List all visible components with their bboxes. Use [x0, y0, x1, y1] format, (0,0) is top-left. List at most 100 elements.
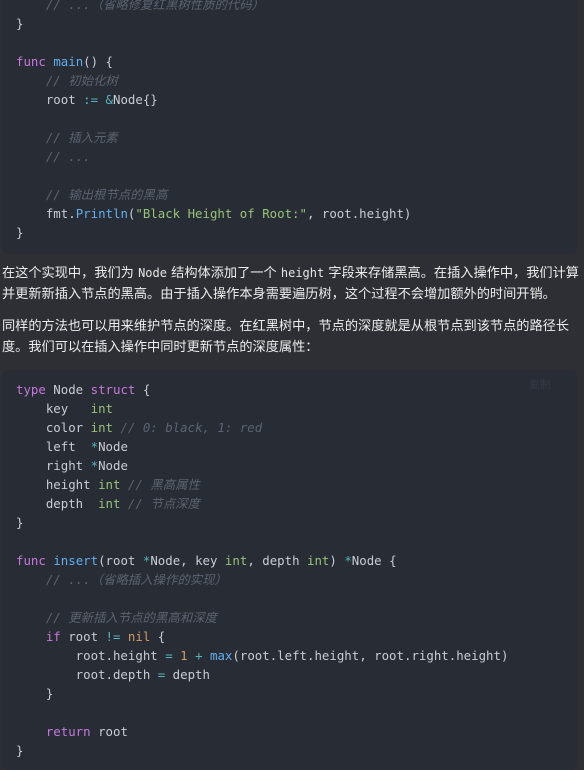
code-token: // ...（省略修复红黑树性质的代码） [16, 0, 265, 12]
code-token: int [224, 553, 248, 568]
code-token: root [60, 629, 106, 644]
code-token: } [16, 686, 54, 701]
code-token: root.height [16, 648, 166, 663]
code-token: Node [98, 458, 128, 473]
code-line: func main() { [16, 52, 577, 71]
code-line: return root [16, 722, 577, 741]
code-token: func [16, 553, 46, 568]
code-line: depth int // 节点深度 [16, 494, 577, 513]
code-token: key [16, 401, 91, 416]
code-token: root [16, 92, 84, 107]
code-token: int [98, 477, 121, 492]
code-block-main-func: // ...（省略修复红黑树性质的代码）} func main() { // 初始… [2, 0, 577, 254]
code-token: { [135, 382, 151, 397]
code-token: Node [98, 439, 128, 454]
code-token: height [16, 477, 99, 492]
inline-code-node: Node [138, 266, 167, 280]
code-token: } [16, 515, 24, 530]
code-token: // 更新插入节点的黑高和深度 [16, 610, 217, 625]
code-line: // 输出根节点的黑高 [16, 185, 577, 204]
code-token: int [307, 553, 330, 568]
code-token: fmt. [16, 206, 76, 221]
code-line: // 初始化树 [16, 71, 577, 90]
code-token: Node [45, 382, 91, 397]
paragraph-depth: 同样的方法也可以用来维护节点的深度。在红黑树中，节点的深度就是从根节点到该节点的… [2, 319, 570, 355]
code-token: (root.left.height, root.right.height) [232, 648, 509, 663]
code-line: // ...（省略修复红黑树性质的代码） [16, 0, 577, 14]
code-line: key int [16, 399, 577, 418]
code-token: & [105, 92, 113, 107]
code-token: root [90, 724, 128, 739]
code-token: // 黑高属性 [127, 477, 200, 492]
code-token: struct [90, 382, 136, 397]
code-token: := [83, 92, 99, 107]
code-token: } [16, 743, 24, 758]
code-token: (root [98, 553, 143, 568]
code-line: func insert(root * Node, key int, depth i… [16, 551, 577, 570]
code-token: * [90, 439, 99, 454]
code-token: 1 [180, 648, 188, 663]
code-line: left *Node [16, 437, 577, 456]
code-line: } [16, 684, 577, 703]
code-token: int [98, 496, 121, 511]
code-token: // 插入元素 [16, 130, 118, 145]
code-token: max [210, 648, 233, 663]
code-line: // ... [16, 147, 577, 166]
code-token: // 节点深度 [127, 496, 200, 511]
code-token: } [16, 225, 24, 240]
code-token: { [150, 629, 166, 644]
inline-code-height: height [280, 266, 325, 280]
code-token: int [90, 420, 113, 435]
code-lines: type Node struct { key int color int // … [16, 380, 577, 760]
code-line: // ...（省略插入操作的实现） [16, 570, 577, 589]
code-token: root.depth [16, 667, 158, 682]
code-token: , root.height) [306, 206, 412, 221]
copy-button[interactable]: 复制 [529, 376, 551, 392]
code-token: // ... [16, 149, 91, 164]
code-token: Println [75, 206, 128, 221]
code-token: right [16, 458, 91, 473]
code-token: depth [165, 667, 210, 682]
code-line: right *Node [16, 456, 577, 475]
code-token: () { [83, 54, 113, 69]
code-token: * [90, 458, 99, 473]
code-token: Node, key [150, 553, 225, 568]
code-token: Node{} [113, 92, 158, 107]
code-token: left [16, 439, 91, 454]
code-token: main [53, 54, 84, 69]
text-segment: 结构体添加了一个 [166, 266, 281, 281]
paragraph-black-height: 在这个实现中，我们为 Node 结构体添加了一个 height 字段来存储黑高。… [2, 263, 582, 305]
code-token: insert [53, 553, 99, 568]
code-token: type [16, 382, 46, 397]
code-line: color int // 0: black, 1: red [16, 418, 577, 437]
code-token: != [105, 629, 121, 644]
code-token: return [45, 724, 91, 739]
code-line: // 更新插入节点的黑高和深度 [16, 608, 577, 627]
code-token: // 0: black, 1: red [120, 420, 263, 435]
code-line: root.depth = depth [16, 665, 577, 684]
code-line: root.height = 1 + max(root.left.height, … [16, 646, 577, 665]
code-token: func [16, 54, 46, 69]
code-line: height int // 黑高属性 [16, 475, 577, 494]
code-token: // 输出根节点的黑高 [16, 187, 168, 202]
code-line: } [16, 223, 577, 242]
code-token: * [344, 553, 352, 568]
code-line: fmt.Println("Black Height of Root:", roo… [16, 204, 577, 223]
code-token: = [165, 648, 173, 663]
code-line: } [16, 513, 577, 532]
code-token: ) [329, 553, 345, 568]
